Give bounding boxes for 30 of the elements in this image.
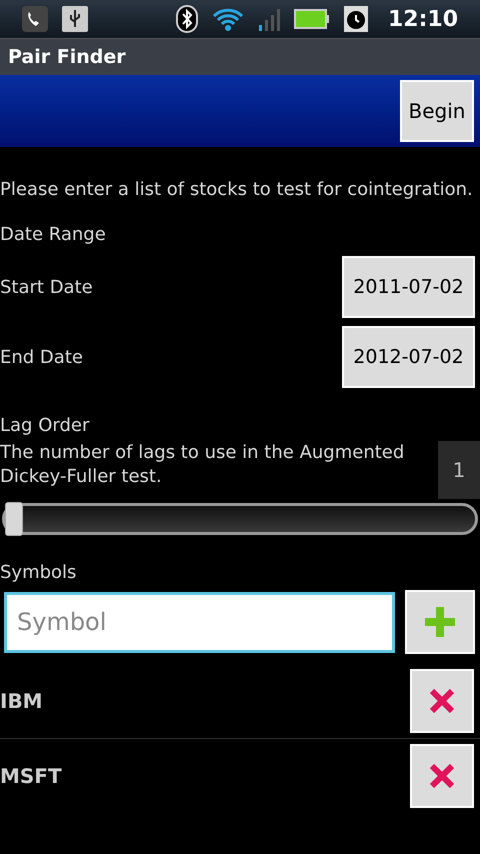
battery-icon: [294, 9, 330, 29]
slider-thumb[interactable]: [5, 502, 23, 536]
begin-button[interactable]: Begin: [400, 80, 474, 142]
date-range-heading: Date Range: [0, 223, 107, 247]
wifi-icon: [212, 6, 244, 32]
intro-text: Please enter a list of stocks to test for cointegration.: [0, 178, 474, 202]
window-title: Pair Finder: [8, 44, 126, 70]
lag-order-heading: Lag Order: [0, 414, 90, 438]
remove-button[interactable]: [410, 744, 474, 808]
alarm-clock-icon: [344, 6, 368, 32]
close-icon: [429, 688, 455, 714]
remove-button[interactable]: [410, 669, 474, 733]
date-label: End Date: [0, 346, 83, 370]
lag-value: 1: [438, 441, 480, 499]
date-button[interactable]: 2011-07-02: [342, 256, 475, 318]
date-label: Start Date: [0, 276, 93, 300]
lag-description: The number of lags to use in the Augmented Dickey-Fuller test.: [0, 441, 406, 489]
symbol-label: MSFT: [0, 762, 62, 790]
close-icon: [429, 762, 455, 788]
lag-slider[interactable]: [2, 503, 478, 535]
date-button[interactable]: 2012-07-02: [342, 326, 475, 388]
symbol-field[interactable]: Symbol: [4, 592, 395, 652]
signal-icon: [258, 7, 280, 31]
phone-icon: [22, 6, 48, 32]
symbol-label: IBM: [0, 688, 43, 715]
plus-icon: [425, 607, 455, 637]
status-time: 12:10: [388, 6, 458, 34]
symbols-heading: Symbols: [0, 561, 78, 585]
usb-icon: [62, 6, 88, 32]
bluetooth-icon: [176, 5, 198, 33]
